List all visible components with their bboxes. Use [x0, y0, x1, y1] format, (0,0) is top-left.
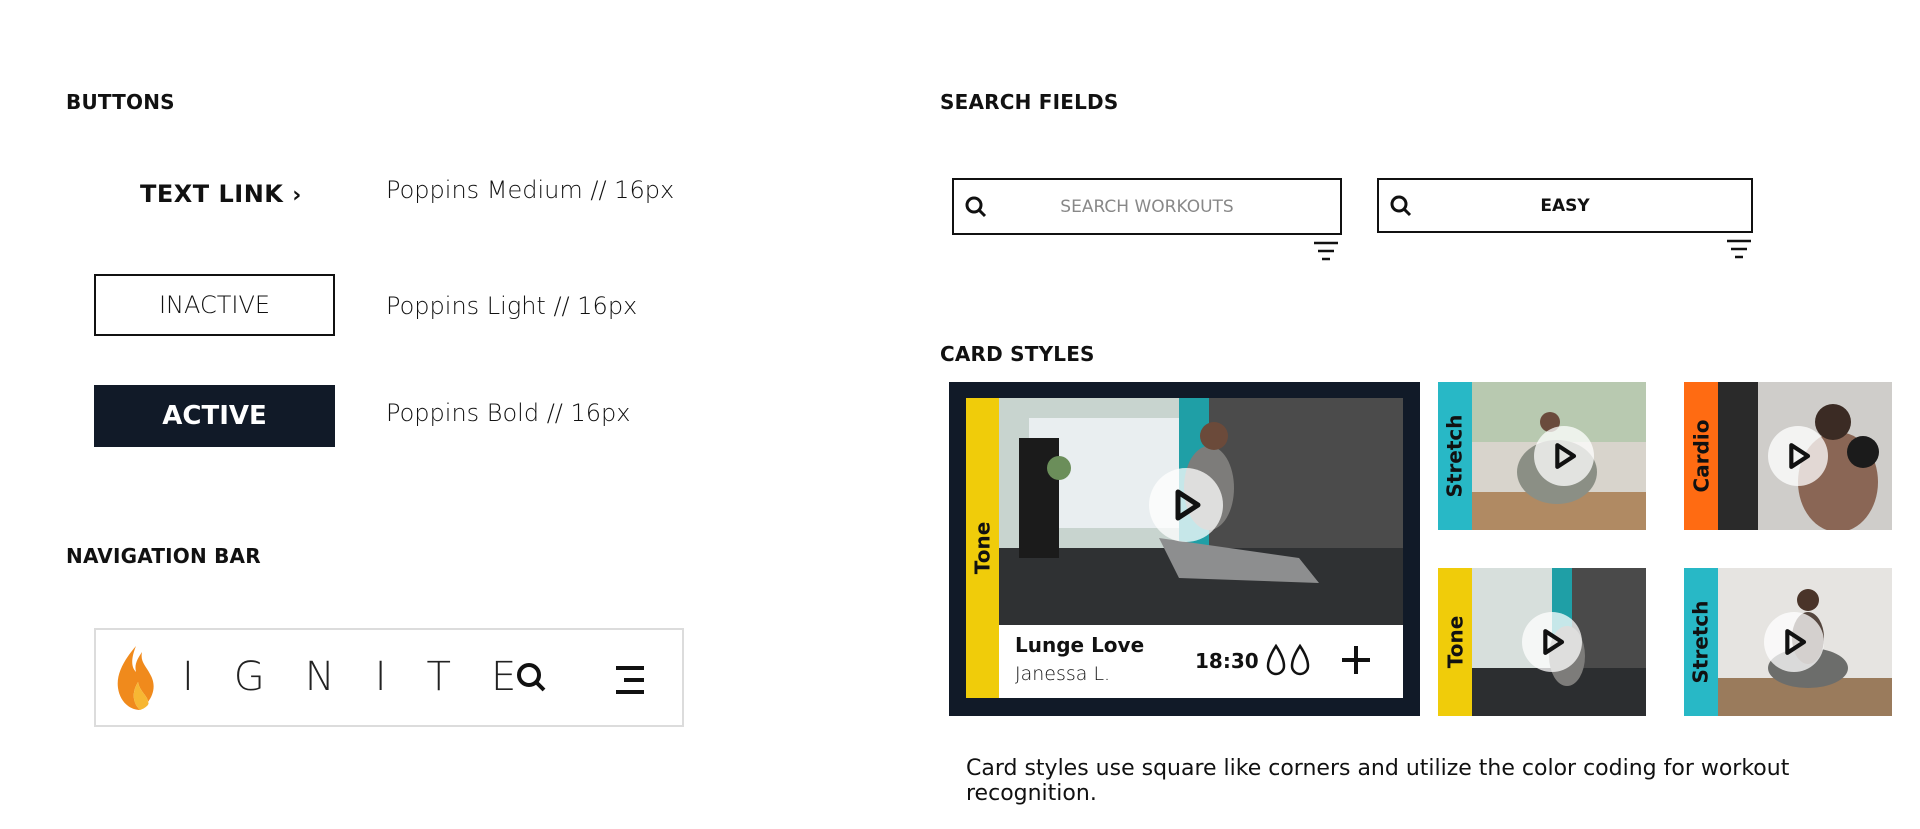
category-label: Tone	[970, 521, 995, 575]
category-tag: Stretch	[1684, 568, 1718, 716]
search-field-filtered[interactable]	[1377, 178, 1753, 233]
play-icon	[1555, 443, 1577, 469]
filter-icon[interactable]	[1726, 238, 1752, 265]
droplet-icon	[1265, 643, 1313, 682]
category-tag: Stretch	[1438, 382, 1472, 530]
category-label: Stretch	[1443, 414, 1468, 498]
category-label: Tone	[1443, 615, 1467, 669]
workout-card-small[interactable]: Stretch	[1684, 568, 1892, 716]
search-input-value[interactable]	[1413, 194, 1717, 217]
category-tag: Tone	[1438, 568, 1472, 716]
inactive-spec: Poppins Light // 16px	[386, 292, 638, 320]
play-icon	[1175, 489, 1201, 521]
play-button[interactable]	[1522, 612, 1582, 672]
section-heading-card-styles: CARD STYLES	[940, 342, 1095, 366]
flame-icon[interactable]	[114, 644, 156, 717]
search-icon	[1390, 195, 1412, 216]
workout-card-small[interactable]: Cardio	[1684, 382, 1892, 530]
category-tag: Tone	[966, 398, 999, 698]
text-link-button[interactable]: TEXT LINK ›	[140, 180, 302, 208]
search-icon[interactable]	[516, 662, 548, 699]
text-link-label: TEXT LINK	[140, 180, 284, 208]
search-icon	[965, 196, 987, 217]
featured-workout-card[interactable]: Tone Lunge Love Janessa L. 18:30	[949, 382, 1420, 716]
play-icon	[1785, 629, 1807, 655]
play-button[interactable]	[1534, 426, 1594, 486]
play-button[interactable]	[1768, 426, 1828, 486]
section-heading-navigation-bar: NAVIGATION BAR	[66, 544, 261, 568]
instructor-name: Janessa L.	[1015, 663, 1111, 685]
navigation-bar: IGNITE	[94, 628, 684, 727]
brand-name: IGNITE	[182, 654, 557, 700]
search-field-workouts[interactable]	[952, 178, 1342, 235]
workout-title: Lunge Love	[1015, 633, 1145, 657]
play-button[interactable]	[1764, 612, 1824, 672]
play-icon	[1543, 629, 1565, 655]
workout-card-small[interactable]: Tone	[1438, 568, 1646, 716]
inactive-button-label: INACTIVE	[158, 291, 271, 319]
plus-icon[interactable]	[1339, 643, 1373, 682]
text-link-spec: Poppins Medium // 16px	[386, 176, 675, 204]
category-tag: Cardio	[1684, 382, 1718, 530]
filter-icon[interactable]	[1313, 240, 1339, 267]
card-info-bar: Lunge Love Janessa L. 18:30	[999, 625, 1403, 698]
active-button[interactable]: ACTIVE	[94, 385, 335, 447]
chevron-right-icon: ›	[292, 183, 302, 208]
inactive-button[interactable]: INACTIVE	[94, 274, 335, 336]
active-button-label: ACTIVE	[162, 401, 267, 431]
workout-duration: 18:30	[1195, 649, 1259, 673]
category-label: Stretch	[1689, 600, 1714, 684]
play-button[interactable]	[1149, 468, 1223, 542]
search-input[interactable]	[988, 195, 1306, 218]
active-spec: Poppins Bold // 16px	[386, 399, 631, 427]
section-heading-search-fields: SEARCH FIELDS	[940, 90, 1119, 114]
card-styles-caption: Card styles use square like corners and …	[966, 756, 1790, 806]
section-heading-buttons: BUTTONS	[66, 90, 175, 114]
category-label: Cardio	[1689, 419, 1714, 493]
workout-card-small[interactable]: Stretch	[1438, 382, 1646, 530]
play-icon	[1789, 443, 1811, 469]
menu-icon[interactable]	[614, 664, 646, 701]
